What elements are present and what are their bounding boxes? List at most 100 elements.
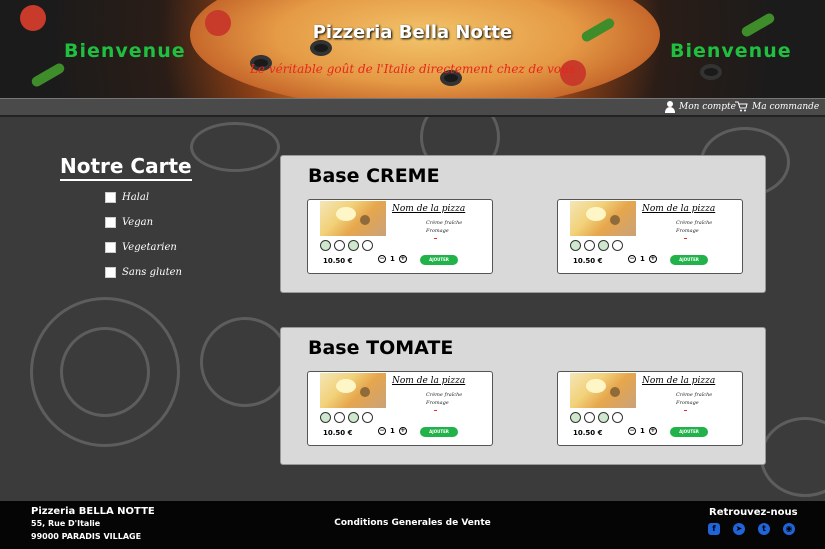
pizza-ingredient: Crème fraîche	[426, 392, 463, 398]
account-bar: Mon compte Ma commande	[0, 98, 825, 117]
gluten-free-icon	[362, 240, 373, 251]
quantity-value: 1	[640, 427, 645, 435]
gluten-free-checkbox[interactable]	[105, 267, 116, 278]
background-doodle	[760, 417, 825, 497]
welcome-text-right: Bienvenue	[670, 40, 792, 62]
minus-button[interactable]: −	[628, 427, 636, 435]
pizza-card: Nom de la pizza Crème fraîche Fromage 10…	[557, 371, 743, 446]
cart-link[interactable]: Ma commande	[735, 101, 819, 112]
brand-title: Pizzeria Bella Notte	[312, 22, 513, 43]
pizza-card: Nom de la pizza Crème fraîche Fromage 10…	[557, 199, 743, 274]
pizza-price: 10.50 €	[323, 257, 353, 265]
account-link[interactable]: Mon compte	[665, 101, 736, 113]
diet-badges	[570, 412, 623, 423]
vegetarian-checkbox[interactable]	[105, 242, 116, 253]
cart-label: Ma commande	[752, 101, 820, 112]
filter-gluten-free[interactable]: Sans gluten	[105, 260, 182, 285]
quantity-stepper: − 1 +	[628, 255, 657, 263]
section-title: Base TOMATE	[308, 337, 454, 359]
divider	[684, 238, 687, 239]
vegetarian-icon	[348, 412, 359, 423]
background-doodle	[200, 317, 290, 407]
vegetarian-icon	[348, 240, 359, 251]
footer-brand: Pizzeria BELLA NOTTE	[31, 506, 155, 517]
pizza-price: 10.50 €	[573, 429, 603, 437]
pizza-name: Nom de la pizza	[392, 376, 466, 386]
pizza-photo	[320, 373, 386, 408]
pizza-ingredient: Crème fraîche	[676, 392, 713, 398]
plus-button[interactable]: +	[648, 427, 657, 435]
quantity-value: 1	[390, 427, 395, 435]
divider	[434, 410, 437, 411]
filter-label: Vegetarien	[122, 242, 177, 253]
pizza-ingredient: Fromage	[676, 228, 699, 234]
divider	[434, 238, 437, 239]
halal-checkbox[interactable]	[105, 192, 116, 203]
quantity-stepper: − 1 +	[378, 255, 407, 263]
add-to-cart-button[interactable]: AJOUTER	[670, 255, 708, 265]
telegram-icon[interactable]: ➤	[733, 523, 745, 535]
minus-button[interactable]: −	[378, 255, 386, 263]
pizza-price: 10.50 €	[573, 257, 603, 265]
section-base-creme: Base CREME Nom de la pizza Crème fraîche…	[280, 155, 766, 293]
gluten-free-icon	[612, 412, 623, 423]
minus-button[interactable]: −	[628, 255, 636, 263]
minus-button[interactable]: −	[378, 427, 386, 435]
vegan-checkbox[interactable]	[105, 217, 116, 228]
diet-badges	[570, 240, 623, 251]
vegetarian-icon	[598, 412, 609, 423]
header-banner: Bienvenue Bienvenue Pizzeria Bella Notte…	[0, 0, 825, 98]
add-to-cart-button[interactable]: AJOUTER	[420, 427, 458, 437]
facebook-icon[interactable]: f	[708, 523, 720, 535]
terms-link[interactable]: Conditions Generales de Vente	[0, 518, 825, 528]
diet-badges	[320, 240, 373, 251]
add-to-cart-button[interactable]: AJOUTER	[670, 427, 708, 437]
pizza-price: 10.50 €	[323, 429, 353, 437]
social-title: Retrouvez-nous	[709, 507, 798, 518]
welcome-text-left: Bienvenue	[64, 40, 186, 62]
filter-list: Halal Vegan Vegetarien Sans gluten	[105, 185, 182, 285]
menu-title: Notre Carte	[60, 154, 192, 181]
discord-icon[interactable]: ◉	[783, 523, 795, 535]
pizza-card: Nom de la pizza Crème fraîche Fromage 10…	[307, 371, 493, 446]
main-area: Notre Carte Halal Vegan Vegetarien Sans …	[0, 117, 825, 501]
gluten-free-icon	[362, 412, 373, 423]
halal-icon	[320, 412, 331, 423]
plus-button[interactable]: +	[398, 427, 407, 435]
vegetarian-icon	[598, 240, 609, 251]
pizza-ingredient: Crème fraîche	[676, 220, 713, 226]
halal-icon	[320, 240, 331, 251]
pizza-ingredient: Fromage	[426, 400, 449, 406]
vegan-icon	[584, 240, 595, 251]
filter-label: Halal	[122, 192, 150, 203]
pizza-photo	[320, 201, 386, 236]
quantity-value: 1	[390, 255, 395, 263]
filter-vegan[interactable]: Vegan	[105, 210, 182, 235]
pizza-photo	[570, 201, 636, 236]
filter-halal[interactable]: Halal	[105, 185, 182, 210]
quantity-stepper: − 1 +	[628, 427, 657, 435]
section-title: Base CREME	[308, 165, 440, 187]
cart-icon	[735, 101, 748, 112]
background-doodle	[60, 327, 150, 417]
user-icon	[665, 101, 675, 113]
slogan: Le véritable goût de l'Italie directemen…	[249, 62, 576, 76]
pizza-ingredient: Fromage	[426, 228, 449, 234]
plus-button[interactable]: +	[398, 255, 407, 263]
halal-icon	[570, 240, 581, 251]
twitter-icon[interactable]: t	[758, 523, 770, 535]
plus-button[interactable]: +	[648, 255, 657, 263]
pizza-name: Nom de la pizza	[392, 204, 466, 214]
pizza-card: Nom de la pizza Crème fraîche Fromage 10…	[307, 199, 493, 274]
social-links: f ➤ t ◉	[708, 523, 795, 535]
pizza-ingredient: Crème fraîche	[426, 220, 463, 226]
footer: Pizzeria BELLA NOTTE 55, Rue D'Italie 99…	[0, 501, 825, 549]
filter-label: Vegan	[122, 217, 154, 228]
gluten-free-icon	[612, 240, 623, 251]
pizza-name: Nom de la pizza	[642, 204, 716, 214]
pizza-photo	[570, 373, 636, 408]
add-to-cart-button[interactable]: AJOUTER	[420, 255, 458, 265]
account-label: Mon compte	[679, 102, 736, 112]
filter-vegetarian[interactable]: Vegetarien	[105, 235, 182, 260]
halal-icon	[570, 412, 581, 423]
